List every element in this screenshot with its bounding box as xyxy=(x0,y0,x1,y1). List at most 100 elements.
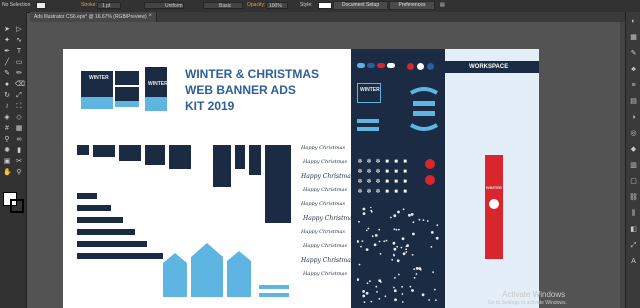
variable-width-profile[interactable]: Uniform xyxy=(144,2,184,9)
layers-icon[interactable]: ▥ xyxy=(629,162,638,170)
mesh-icon[interactable]: # xyxy=(3,125,11,133)
blob-brush-icon[interactable]: ● xyxy=(3,81,11,89)
opacity-value: 100% xyxy=(269,3,282,9)
ribbon-line-2 xyxy=(259,293,289,297)
pencil-icon[interactable]: ✏ xyxy=(15,70,23,78)
blend-icon[interactable]: ∞ xyxy=(15,136,23,144)
preferences-button[interactable]: Preferences xyxy=(389,1,435,10)
gift-icon: ■ xyxy=(385,159,389,165)
transform-icon[interactable]: ⤢ xyxy=(629,242,638,250)
free-transform-icon[interactable]: ⛶ xyxy=(15,103,23,111)
pathfinder-icon[interactable]: ◧ xyxy=(629,226,638,234)
artboards-icon[interactable]: ▢ xyxy=(629,178,638,186)
leaderboard-bar-5 xyxy=(77,241,147,247)
perspective-icon[interactable]: ◇ xyxy=(15,114,23,122)
script-word: Happy Christmas xyxy=(303,215,356,222)
stroke-weight-value: 1 pt xyxy=(102,3,111,9)
script-word: Happy Christmas xyxy=(303,243,348,249)
symbols-icon[interactable]: ♣ xyxy=(629,66,638,74)
column-graph-icon[interactable]: ▮ xyxy=(15,147,23,155)
gradient-icon[interactable]: ▦ xyxy=(15,125,23,133)
document-setup-button[interactable]: Document Setup xyxy=(333,1,388,10)
lasso-icon[interactable]: ∿ xyxy=(15,37,23,45)
snowflake-icon: ❄ xyxy=(357,169,363,175)
brushes-icon[interactable]: ✎ xyxy=(629,50,638,58)
pen-icon[interactable]: ✒ xyxy=(3,48,11,56)
hand-icon[interactable]: ✋ xyxy=(3,169,12,177)
right-panel-dock: ◐ ▦ ✎ ♣ ≡ ▤ ◑ ◎ ◆ ▥ ▢ ⛓ ⫼ ◧ ⤢ A xyxy=(625,12,640,308)
close-tab-icon[interactable]: × xyxy=(148,13,152,19)
symbol-sprayer-icon[interactable]: ✺ xyxy=(3,147,11,155)
direct-selection-icon[interactable]: ▷ xyxy=(15,26,23,34)
workspace-label: WORKSPACE xyxy=(469,64,509,70)
snow-pattern xyxy=(357,207,439,303)
gift-icon: ■ xyxy=(394,189,398,195)
opacity-field[interactable]: 100% xyxy=(266,2,288,9)
width-icon[interactable]: ≀ xyxy=(3,103,11,111)
paintbrush-icon[interactable]: ✎ xyxy=(3,70,11,78)
graphic-styles-icon[interactable]: ◆ xyxy=(629,146,638,154)
eyedropper-icon[interactable]: ⚲ xyxy=(3,136,11,144)
gift-icon: ■ xyxy=(385,189,389,195)
type-icon[interactable]: T xyxy=(15,48,23,56)
arrange-icon[interactable]: ▤ xyxy=(440,2,445,8)
align-icon[interactable]: ⫼ xyxy=(629,210,638,218)
gift-icon: ■ xyxy=(403,169,407,175)
opacity-label[interactable]: Opacity: xyxy=(247,2,265,8)
eraser-icon[interactable]: ⌫ xyxy=(15,81,25,89)
banner-thumb-1-word: WINTER xyxy=(89,75,109,81)
circle-swatches xyxy=(407,63,437,70)
snowflake-icon: ❄ xyxy=(366,169,372,175)
document-tab[interactable]: Ads Illustrator CS6.eps* @ 16.67% (RGB/P… xyxy=(30,12,157,22)
selection-icon[interactable]: ➤ xyxy=(3,26,11,34)
mini-banner-word: WINTER xyxy=(360,87,380,93)
kit-title-line-1: WINTER & CHRISTMAS xyxy=(185,67,319,81)
fill-swatch[interactable] xyxy=(36,2,46,9)
brush-definition[interactable]: Basic xyxy=(203,2,243,9)
house-shapes xyxy=(163,243,251,297)
snowflake-icon: ❄ xyxy=(357,179,363,185)
swatches-icon[interactable]: ▦ xyxy=(629,34,638,42)
gift-icon: ■ xyxy=(394,179,398,185)
artboard-icon[interactable]: ▣ xyxy=(3,158,11,166)
slice-icon[interactable]: ✂ xyxy=(15,158,23,166)
gift-icon: ■ xyxy=(403,189,407,195)
stroke-swatch[interactable] xyxy=(10,199,24,213)
character-icon[interactable]: A xyxy=(629,258,638,266)
mini-bar-2 xyxy=(357,127,379,131)
color-swatches xyxy=(357,63,397,68)
canvas-area[interactable]: WINTER WINTER WINTER & CHRISTMAS WEB BAN… xyxy=(27,22,625,308)
script-word: Happy Christmas xyxy=(301,173,354,180)
skyscraper-banner: WINTER xyxy=(485,155,503,259)
size-rect-3 xyxy=(119,145,141,161)
line-icon[interactable]: ╱ xyxy=(3,59,11,67)
links-icon[interactable]: ⛓ xyxy=(629,194,638,202)
gradient-panel-icon[interactable]: ▤ xyxy=(629,98,638,106)
artboard-workspace[interactable]: WORKSPACE WINTER xyxy=(445,49,539,308)
stroke-weight-field[interactable]: 1 pt xyxy=(97,2,121,9)
scale-icon[interactable]: ⤢ xyxy=(15,92,23,100)
color-icon[interactable]: ◐ xyxy=(629,18,638,26)
rectangle-icon[interactable]: ▭ xyxy=(15,59,23,67)
snowflake-icon: ❄ xyxy=(366,189,372,195)
script-word: Happy Christmas xyxy=(301,201,346,207)
stroke-label[interactable]: Stroke: xyxy=(81,2,97,8)
activation-subtitle: Go to Settings to activate Windows. xyxy=(488,300,567,306)
artboard-assets[interactable]: WINTER ❄ ❄ ❄ ■ ■ ■ ❄ ❄ ❄ ■ ■ ■ ❄ ❄ ❄ ■ ■ ■ ❄ ❄ ❄ ■ ■ ■ xyxy=(351,49,445,308)
brush-value: Basic xyxy=(219,3,232,9)
graphic-style-swatch[interactable] xyxy=(318,2,332,9)
transparency-icon[interactable]: ◑ xyxy=(629,114,638,122)
appearance-icon[interactable]: ◎ xyxy=(629,130,638,138)
magic-wand-icon[interactable]: ✦ xyxy=(3,37,11,45)
size-rect-4 xyxy=(145,145,165,165)
gift-icon: ■ xyxy=(403,179,407,185)
script-word: Happy Christmas xyxy=(303,159,348,165)
zoom-icon[interactable]: ⚲ xyxy=(15,169,23,177)
shape-builder-icon[interactable]: ◈ xyxy=(3,114,11,122)
artboard-main[interactable]: WINTER WINTER WINTER & CHRISTMAS WEB BAN… xyxy=(63,49,356,308)
size-rect-8 xyxy=(249,145,261,175)
leaderboard-bar-1 xyxy=(77,193,97,199)
rotate-icon[interactable]: ↻ xyxy=(3,92,11,100)
size-rect-9 xyxy=(265,145,291,223)
stroke-icon[interactable]: ≡ xyxy=(629,82,638,90)
